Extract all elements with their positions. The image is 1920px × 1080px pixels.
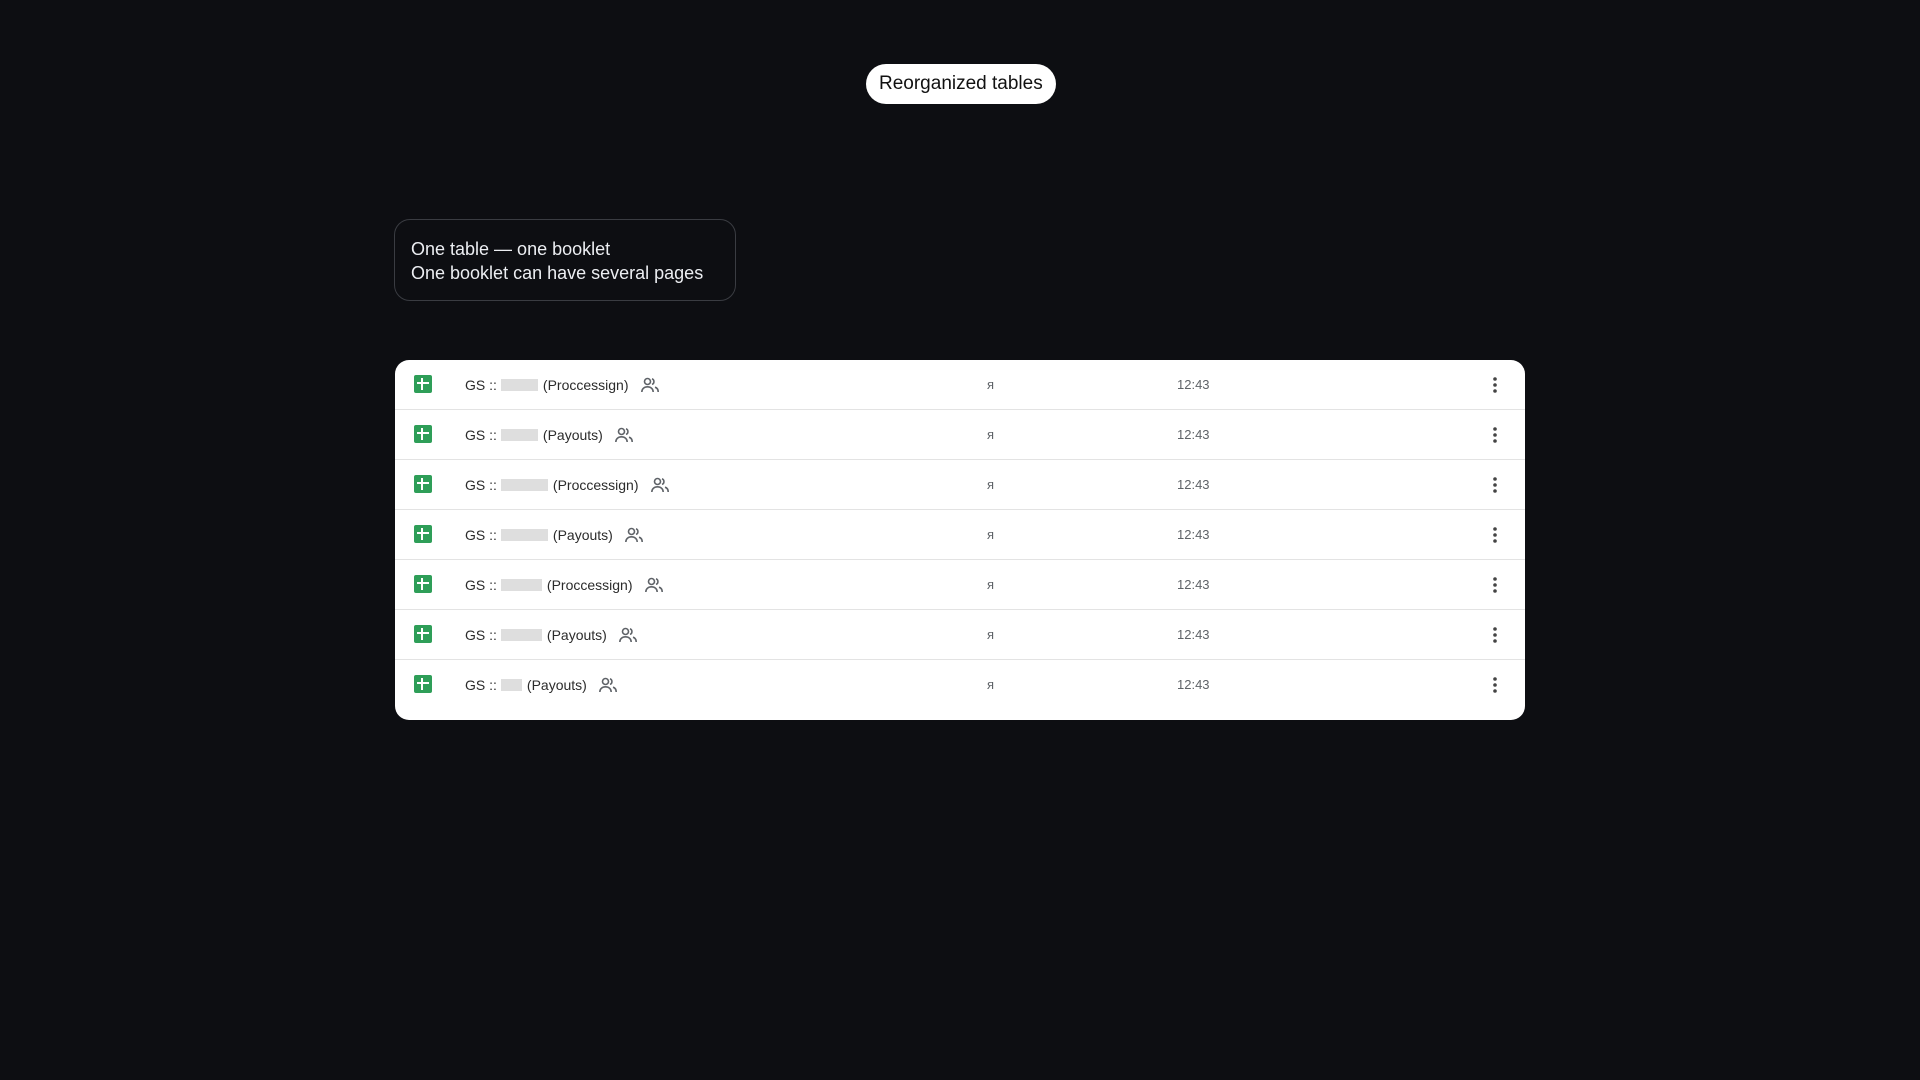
sheets-icon [414,625,432,643]
owner-cell: я [987,627,995,642]
file-list: GS :: (Proccessign) я 12:43 GS :: (Payou… [395,360,1525,720]
note-box: One table — one booklet One booklet can … [394,219,736,301]
more-vert-icon[interactable] [1483,673,1507,697]
file-name-prefix: GS :: [465,527,497,543]
shared-people-icon [614,427,633,443]
sheets-icon [414,425,432,443]
more-vert-icon[interactable] [1483,573,1507,597]
file-row[interactable]: GS :: (Proccessign) я 12:43 [395,460,1525,510]
sheets-icon [414,525,432,543]
file-name[interactable]: GS :: (Payouts) [465,660,618,710]
file-name-prefix: GS :: [465,427,497,443]
sheets-icon [414,375,432,393]
file-row[interactable]: GS :: (Payouts) я 12:43 [395,410,1525,460]
owner-cell: я [987,377,995,392]
file-row[interactable]: GS :: (Payouts) я 12:43 [395,510,1525,560]
modified-time: 12:43 [1177,627,1210,642]
file-name-suffix: (Proccessign) [552,477,639,493]
shared-people-icon [640,377,659,393]
redacted-block [500,679,522,691]
redacted-block [500,579,542,591]
file-name[interactable]: GS :: (Proccessign) [465,560,664,610]
file-name[interactable]: GS :: (Payouts) [465,410,634,460]
owner-cell: я [987,577,995,592]
file-row[interactable]: GS :: (Proccessign) я 12:43 [395,360,1525,410]
page-title: Reorganized tables [866,64,1056,104]
shared-people-icon [598,677,617,693]
redacted-block [500,629,542,641]
file-name[interactable]: GS :: (Proccessign) [465,360,660,410]
file-name[interactable]: GS :: (Payouts) [465,610,638,660]
modified-time: 12:43 [1177,427,1210,442]
file-row[interactable]: GS :: (Proccessign) я 12:43 [395,560,1525,610]
more-vert-icon[interactable] [1483,473,1507,497]
redacted-block [500,429,538,441]
more-vert-icon[interactable] [1483,623,1507,647]
sheets-icon [414,575,432,593]
file-name-suffix: (Proccessign) [546,577,633,593]
file-name-suffix: (Payouts) [526,677,587,693]
owner-cell: я [987,527,995,542]
shared-people-icon [624,527,643,543]
file-name-prefix: GS :: [465,577,497,593]
redacted-block [500,529,548,541]
shared-people-icon [650,477,669,493]
file-name-prefix: GS :: [465,477,497,493]
note-line-2: One booklet can have several pages [411,263,704,283]
sheets-icon [414,475,432,493]
note-line-1: One table — one booklet [411,239,611,259]
file-row[interactable]: GS :: (Payouts) я 12:43 [395,660,1525,710]
file-name-prefix: GS :: [465,377,497,393]
more-vert-icon[interactable] [1483,423,1507,447]
shared-people-icon [644,577,663,593]
shared-people-icon [618,627,637,643]
modified-time: 12:43 [1177,377,1210,392]
owner-cell: я [987,477,995,492]
file-name-prefix: GS :: [465,627,497,643]
modified-time: 12:43 [1177,477,1210,492]
file-row[interactable]: GS :: (Payouts) я 12:43 [395,610,1525,660]
owner-cell: я [987,677,995,692]
owner-cell: я [987,427,995,442]
modified-time: 12:43 [1177,527,1210,542]
file-name-suffix: (Payouts) [552,527,613,543]
file-name-suffix: (Payouts) [542,427,603,443]
modified-time: 12:43 [1177,577,1210,592]
file-name-prefix: GS :: [465,677,497,693]
redacted-block [500,479,548,491]
modified-time: 12:43 [1177,677,1210,692]
file-name-suffix: (Proccessign) [542,377,629,393]
file-name[interactable]: GS :: (Payouts) [465,510,644,560]
sheets-icon [414,675,432,693]
page: Reorganized tables One table — one bookl… [0,0,1920,1080]
file-name-suffix: (Payouts) [546,627,607,643]
more-vert-icon[interactable] [1483,373,1507,397]
file-name[interactable]: GS :: (Proccessign) [465,460,670,510]
redacted-block [500,379,538,391]
more-vert-icon[interactable] [1483,523,1507,547]
